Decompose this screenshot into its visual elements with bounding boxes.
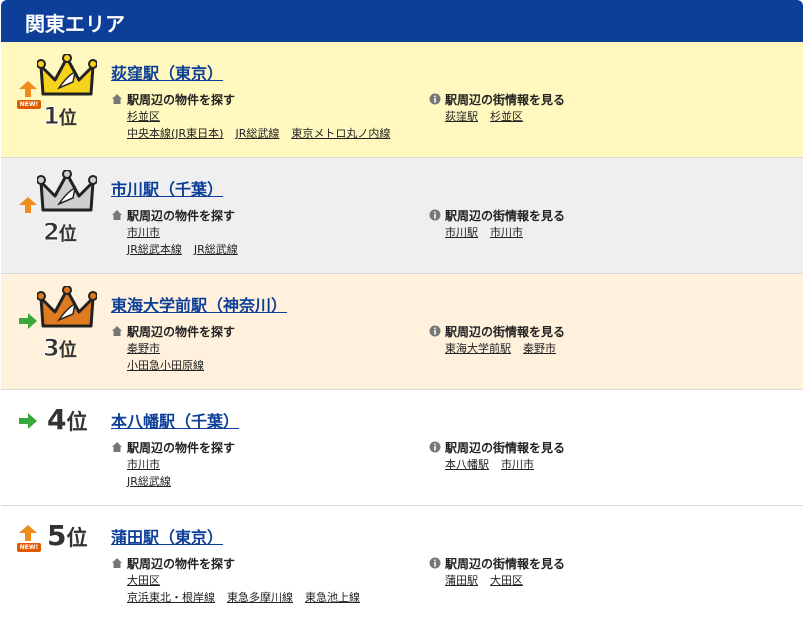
info-icon — [429, 557, 441, 569]
trend-indicator — [17, 524, 39, 542]
rank-label: 2位 — [43, 218, 77, 247]
rank-item-5: NEW! 5位 蒲田駅（東京） 駅周辺の物件を探す 大田区 京浜東北・根岸線 東急… — [1, 506, 803, 622]
home-icon — [112, 442, 122, 452]
rank-label: 5位 — [47, 519, 88, 552]
section-label: 駅周辺の物件を探す — [127, 324, 236, 339]
home-icon — [112, 326, 122, 336]
ranking-list: NEW! 1位 荻窪駅（東京） 駅周辺の物件を探す 杉並区 中央本線(JR東日本… — [1, 42, 803, 622]
town-info-section: 駅周辺の街情報を見る 市川駅 市川市 — [429, 206, 789, 241]
station-link[interactable]: 市川駅（千葉） — [111, 176, 223, 200]
line-link[interactable]: 東京メトロ丸ノ内線 — [291, 127, 390, 140]
rank-item-1: NEW! 1位 荻窪駅（東京） 駅周辺の物件を探す 杉並区 中央本線(JR東日本… — [1, 42, 803, 158]
section-label: 駅周辺の物件を探す — [127, 208, 236, 223]
trend-indicator — [17, 80, 39, 98]
rank-item-2: 2位 市川駅（千葉） 駅周辺の物件を探す 市川市 JR総武本線 JR総武線 駅周辺… — [1, 158, 803, 274]
line-link[interactable]: 京浜東北・根岸線 — [127, 591, 215, 604]
city-link[interactable]: 杉並区 — [127, 110, 160, 123]
line-link[interactable]: 東急多摩川線 — [227, 591, 293, 604]
rank-item-4: 4位 本八幡駅（千葉） 駅周辺の物件を探す 市川市 JR総武線 駅周辺の街情報を… — [1, 390, 803, 506]
search-properties-section: 駅周辺の物件を探す 市川市 JR総武本線 JR総武線 — [111, 206, 421, 258]
search-properties-section: 駅周辺の物件を探す 秦野市 小田急小田原線 — [111, 322, 421, 374]
line-link[interactable]: JR総武線 — [127, 475, 171, 488]
section-label: 駅周辺の街情報を見る — [445, 92, 566, 107]
station-link[interactable]: 東海大学前駅（神奈川） — [111, 292, 287, 316]
info-link[interactable]: 秦野市 — [523, 342, 556, 355]
town-info-section: 駅周辺の街情報を見る 蒲田駅 大田区 — [429, 554, 789, 589]
info-link[interactable]: 荻窪駅 — [445, 110, 478, 123]
area-header: 関東エリア — [1, 0, 803, 42]
town-info-section: 駅周辺の街情報を見る 東海大学前駅 秦野市 — [429, 322, 789, 357]
info-link[interactable]: 本八幡駅 — [445, 458, 489, 471]
station-link[interactable]: 本八幡駅（千葉） — [111, 408, 239, 432]
crown-rank-1: 1位 — [37, 54, 97, 134]
search-properties-section: 駅周辺の物件を探す 杉並区 中央本線(JR東日本) JR総武線 東京メトロ丸ノ内線 — [111, 90, 421, 142]
search-properties-section: 駅周辺の物件を探す 大田区 京浜東北・根岸線 東急多摩川線 東急池上線 — [111, 554, 421, 606]
section-label: 駅周辺の物件を探す — [127, 440, 236, 455]
new-badge: NEW! — [17, 543, 41, 552]
section-label: 駅周辺の街情報を見る — [445, 440, 566, 455]
crown-rank-3: 3位 — [37, 286, 97, 366]
info-link[interactable]: 東海大学前駅 — [445, 342, 511, 355]
city-link[interactable]: 市川市 — [127, 458, 160, 471]
town-info-section: 駅周辺の街情報を見る 荻窪駅 杉並区 — [429, 90, 789, 125]
trend-indicator — [17, 412, 39, 430]
crown-rank-2: 2位 — [37, 170, 97, 250]
home-icon — [112, 94, 122, 104]
trend-indicator — [17, 196, 39, 214]
info-link[interactable]: 市川市 — [501, 458, 534, 471]
info-icon — [429, 441, 441, 453]
area-title: 関東エリア — [25, 12, 125, 36]
line-link[interactable]: JR総武本線 — [127, 243, 182, 256]
section-label: 駅周辺の物件を探す — [127, 92, 236, 107]
line-link[interactable]: 東急池上線 — [305, 591, 360, 604]
section-label: 駅周辺の街情報を見る — [445, 556, 566, 571]
info-link[interactable]: 蒲田駅 — [445, 574, 478, 587]
city-link[interactable]: 秦野市 — [127, 342, 160, 355]
section-label: 駅周辺の街情報を見る — [445, 324, 566, 339]
search-properties-section: 駅周辺の物件を探す 市川市 JR総武線 — [111, 438, 421, 490]
rank-item-3: 3位 東海大学前駅（神奈川） 駅周辺の物件を探す 秦野市 小田急小田原線 駅周辺… — [1, 274, 803, 390]
station-link[interactable]: 荻窪駅（東京） — [111, 60, 223, 84]
rank-label: 4位 — [47, 403, 88, 436]
section-label: 駅周辺の物件を探す — [127, 556, 236, 571]
line-link[interactable]: 中央本線(JR東日本) — [127, 127, 223, 140]
line-link[interactable]: JR総武線 — [235, 127, 279, 140]
up-arrow-icon — [19, 81, 37, 97]
info-link[interactable]: 杉並区 — [490, 110, 523, 123]
trend-indicator — [17, 312, 39, 330]
info-link[interactable]: 市川駅 — [445, 226, 478, 239]
info-icon — [429, 325, 441, 337]
section-label: 駅周辺の街情報を見る — [445, 208, 566, 223]
info-link[interactable]: 市川市 — [490, 226, 523, 239]
info-link[interactable]: 大田区 — [490, 574, 523, 587]
line-link[interactable]: JR総武線 — [194, 243, 238, 256]
info-icon — [429, 93, 441, 105]
city-link[interactable]: 市川市 — [127, 226, 160, 239]
up-arrow-icon — [19, 197, 37, 213]
info-icon — [429, 209, 441, 221]
up-arrow-icon — [19, 525, 37, 541]
town-info-section: 駅周辺の街情報を見る 本八幡駅 市川市 — [429, 438, 789, 473]
home-icon — [112, 210, 122, 220]
right-arrow-icon — [19, 313, 37, 329]
line-link[interactable]: 小田急小田原線 — [127, 359, 204, 372]
rank-label: 1位 — [43, 102, 77, 131]
rank-label: 3位 — [43, 334, 77, 363]
home-icon — [112, 558, 122, 568]
station-link[interactable]: 蒲田駅（東京） — [111, 524, 223, 548]
city-link[interactable]: 大田区 — [127, 574, 160, 587]
right-arrow-icon — [19, 413, 37, 429]
